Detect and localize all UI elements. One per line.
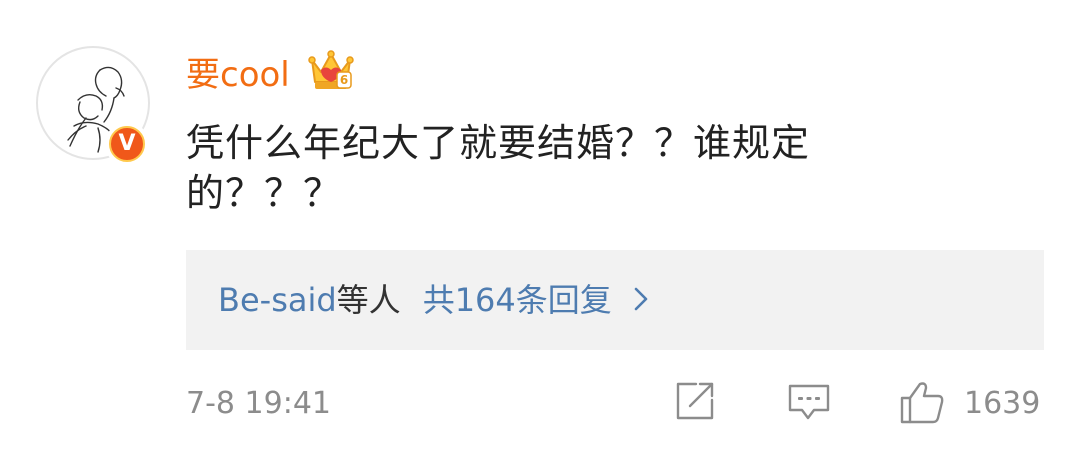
comment-text: 凭什么年纪大了就要结婚？？谁规定 的？？？: [186, 118, 946, 218]
like-count: 1639: [964, 386, 1041, 421]
comment-icon[interactable]: [786, 378, 832, 424]
comment-timestamp: 7-8 19:41: [186, 386, 331, 421]
reply-count-link[interactable]: 共164条回复: [423, 281, 612, 319]
comment-line: 凭什么年纪大了就要结婚？？谁规定: [186, 121, 811, 165]
share-icon[interactable]: [672, 378, 718, 424]
verified-badge: V: [105, 122, 149, 166]
reply-user-name[interactable]: Be-said: [218, 281, 337, 319]
chevron-right-icon: [634, 287, 648, 311]
replies-preview[interactable]: Be-said等人 共164条回复: [186, 250, 1044, 350]
comment-line: 的？？？: [186, 171, 343, 215]
reply-names-suffix: 等人: [336, 281, 401, 319]
like-thumb-icon[interactable]: [898, 378, 946, 426]
crown-icon[interactable]: 6: [308, 50, 354, 94]
membership-level: 6: [340, 73, 348, 87]
verified-v-icon: V: [109, 126, 145, 162]
username[interactable]: 要cool: [186, 52, 290, 98]
